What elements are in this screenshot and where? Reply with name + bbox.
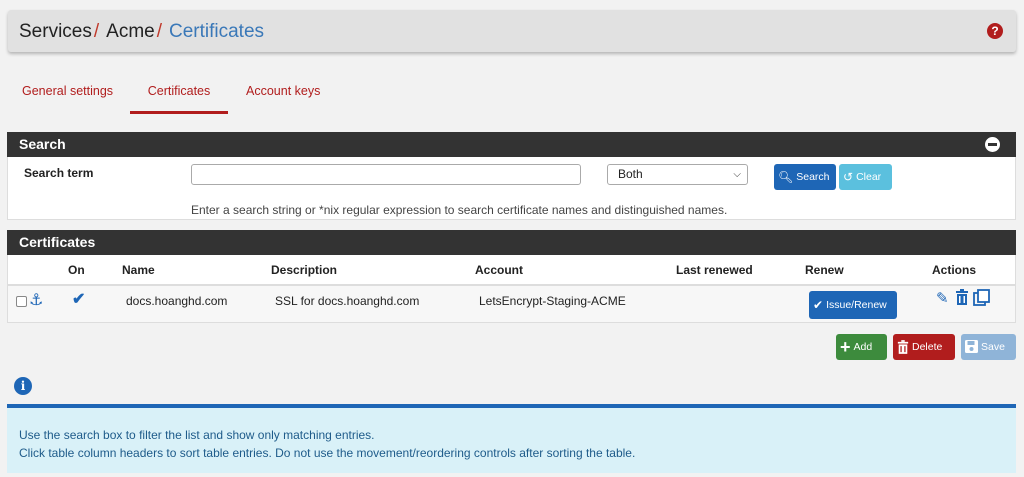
page-header: Services / Acme / Certificates ? (8, 10, 1016, 52)
breadcrumb-current[interactable]: Certificates (169, 21, 264, 42)
question-circle-icon[interactable]: ? (987, 23, 1003, 39)
info-box: Use the search box to filter the list an… (7, 404, 1016, 473)
search-scope-value: Both (618, 167, 643, 181)
search-input[interactable] (191, 164, 581, 185)
column-header-renew[interactable]: Renew (805, 263, 844, 277)
tab-certificates[interactable]: Certificates (130, 80, 228, 114)
column-header-last-renewed[interactable]: Last renewed (676, 263, 753, 277)
trash-icon[interactable] (955, 289, 969, 305)
info-line: Use the search box to filter the list an… (19, 428, 375, 442)
row-select-checkbox[interactable] (16, 296, 27, 307)
tab-account-keys[interactable]: Account keys (238, 80, 328, 114)
delete-button[interactable]: Delete (893, 334, 955, 360)
plus-icon: + (840, 337, 851, 357)
certificates-table: On Name Description Account Last renewed… (7, 255, 1016, 323)
check-icon: ✔︎ (813, 298, 824, 312)
search-icon: 🔍︎ (778, 170, 794, 184)
column-header-account[interactable]: Account (475, 263, 523, 277)
column-header-name[interactable]: Name (122, 263, 155, 277)
search-button-label: Search (796, 171, 830, 183)
chevron-down-icon: ⌵ (733, 169, 741, 180)
breadcrumb-separator: / (93, 21, 100, 42)
cert-name: docs.hoanghd.com (126, 294, 228, 308)
add-button-label: Add (853, 341, 873, 353)
search-panel-title: Search (19, 136, 66, 152)
certificates-panel-title: Certificates (19, 234, 96, 250)
delete-button-label: Delete (912, 341, 943, 353)
cert-description: SSL for docs.hoanghd.com (275, 294, 420, 308)
column-header-actions[interactable]: Actions (932, 263, 976, 277)
trash-icon (897, 334, 909, 363)
minus-circle-icon[interactable] (985, 137, 1000, 152)
breadcrumb-services[interactable]: Services (19, 21, 92, 42)
search-panel-heading: Search (7, 132, 1016, 157)
table-row: ⚓︎ ✔︎ docs.hoanghd.com SSL for docs.hoan… (8, 284, 1015, 322)
search-scope-select[interactable]: Both ⌵ (607, 164, 748, 185)
issue-renew-button[interactable]: ✔︎ Issue/Renew (809, 291, 897, 319)
save-button-label: Save (981, 341, 1005, 353)
issue-renew-label: Issue/Renew (826, 299, 887, 311)
column-header-on[interactable]: On (68, 263, 85, 277)
search-panel: Search term Both ⌵ 🔍︎ Search ↺ Clear Enter… (7, 157, 1016, 220)
pencil-icon[interactable]: ✎︎ (936, 289, 949, 307)
clear-button[interactable]: ↺ Clear (839, 164, 892, 190)
save-button[interactable]: Save (961, 334, 1016, 360)
undo-icon: ↺ (843, 170, 854, 184)
check-icon: ✔︎ (72, 291, 86, 308)
anchor-icon[interactable]: ⚓︎ (29, 290, 43, 310)
add-button[interactable]: + Add (836, 334, 887, 360)
copy-icon[interactable] (973, 289, 990, 306)
cert-account: LetsEncrypt-Staging-ACME (479, 294, 626, 308)
info-line: Click table column headers to sort table… (19, 446, 636, 460)
search-help-text: Enter a search string or *nix regular ex… (191, 203, 728, 217)
clear-button-label: Clear (856, 171, 882, 183)
search-term-label: Search term (24, 166, 94, 180)
column-header-description[interactable]: Description (271, 263, 337, 277)
tab-general-settings[interactable]: General settings (14, 80, 121, 114)
breadcrumb-separator: / (156, 21, 162, 42)
breadcrumb: Services / Acme / Certificates (19, 21, 264, 43)
certificates-panel-heading: Certificates (7, 230, 1016, 255)
breadcrumb-acme[interactable]: Acme (106, 21, 155, 42)
floppy-disk-icon (965, 334, 978, 362)
search-button[interactable]: 🔍︎ Search (774, 164, 836, 190)
info-icon[interactable]: i (14, 377, 32, 395)
